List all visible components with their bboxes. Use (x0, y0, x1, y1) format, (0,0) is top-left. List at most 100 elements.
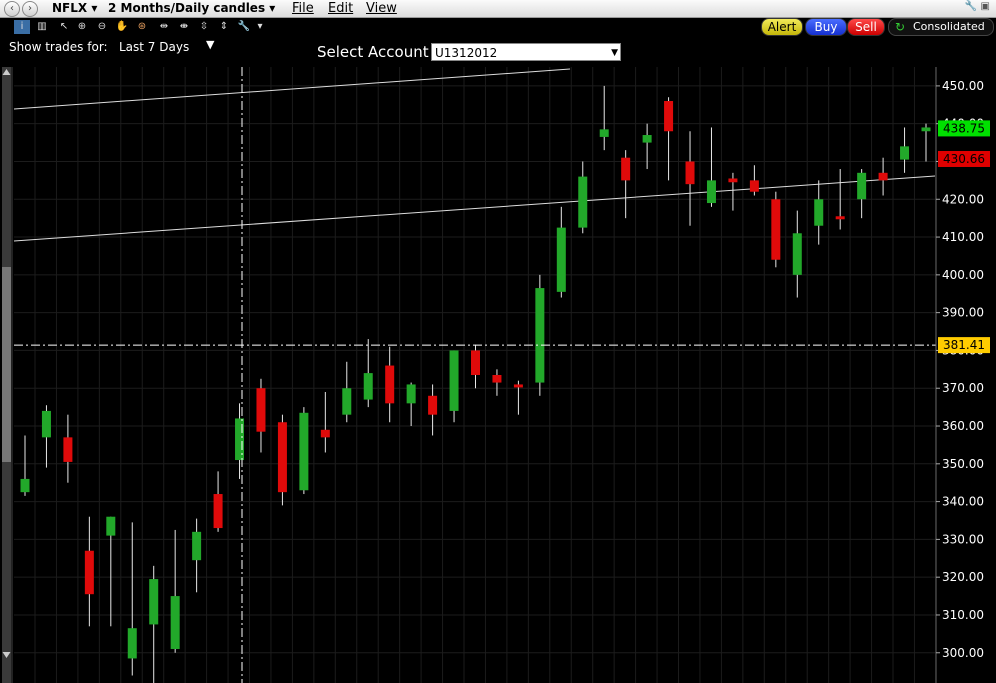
crosshair-price-flag: 381.41 (938, 337, 990, 354)
axis-tick-label: 400.00 (942, 268, 984, 282)
menu-view[interactable]: View (366, 1, 397, 16)
candle-body (642, 135, 652, 143)
candle-body (513, 384, 523, 388)
timeframe-selector[interactable]: 2 Months/Daily candles ▾ (108, 1, 275, 15)
candle-body (170, 596, 180, 649)
candle-body (363, 373, 373, 400)
axis-tick-label: 390.00 (942, 306, 984, 320)
candle-body (578, 176, 588, 228)
candle-body (127, 628, 137, 659)
candle-body (106, 516, 116, 536)
axis-tick-label: 330.00 (942, 532, 984, 546)
consolidated-label: Consolidated (913, 20, 985, 33)
zoom-out-icon[interactable]: ⊖ (94, 20, 110, 34)
show-trades-label: Show trades for: (9, 40, 108, 54)
candle-body (664, 101, 674, 132)
candle-body (192, 531, 202, 561)
axis-tick-label: 450.00 (942, 79, 984, 93)
candle-body (878, 172, 888, 181)
prev-price-flag: 430.66 (938, 150, 990, 167)
candle-body (835, 216, 845, 220)
candle-body (921, 127, 931, 132)
chart-toolbar: i ▥ ↖ ⊕ ⊖ ✋ ⊛ ⇹ ⇼ ⇳ ⇕ 🔧 ▾ Show trades fo… (0, 18, 996, 66)
axis-tick-label: 360.00 (942, 419, 984, 433)
hand-icon[interactable]: ✋ (114, 20, 130, 34)
title-bar: ‹ › NFLX ▾ 2 Months/Daily candles ▾ File… (0, 0, 996, 18)
menu-file[interactable]: File (292, 1, 314, 16)
candle-body (320, 429, 330, 438)
account-value: U1312012 (435, 46, 498, 60)
candle-body (213, 494, 223, 529)
bar-chart-icon[interactable]: ▥ (34, 20, 50, 34)
candle-body (814, 199, 824, 226)
axis-tick-label: 370.00 (942, 381, 984, 395)
candle-body (728, 178, 738, 183)
candle-body (342, 388, 352, 415)
expand-vertical-icon[interactable]: ⇳ (196, 20, 212, 34)
price-chart[interactable]: 300.00 310.00 320.00 330.00 340.00 350.00 360.… (0, 67, 996, 683)
axis-tick-label: 300.00 (942, 646, 984, 660)
sell-button[interactable]: Sell (847, 18, 885, 36)
axis-tick-label: 410.00 (942, 230, 984, 244)
chevron-down-icon[interactable]: ▼ (206, 38, 214, 51)
candle-body (621, 157, 631, 181)
alert-button[interactable]: Alert (761, 18, 803, 36)
candle-body (685, 161, 695, 185)
expand-horizontal-icon[interactable]: ⇹ (156, 20, 172, 34)
refresh-icon: ↻ (895, 20, 906, 34)
candle-body (277, 422, 287, 493)
axis-tick-label: 340.00 (942, 495, 984, 509)
last-price-flag: 438.75 (938, 120, 990, 137)
candle-body (706, 180, 716, 204)
symbol-selector[interactable]: NFLX ▾ (52, 1, 97, 15)
chevron-down-icon[interactable]: ▾ (252, 20, 268, 34)
candle-body (235, 418, 245, 461)
candle-body (385, 365, 395, 404)
candle-body (84, 550, 94, 595)
candle-body (471, 350, 480, 375)
axis-tick-label: 320.00 (942, 570, 984, 584)
candle-body (492, 375, 502, 383)
axis-tick-label: 350.00 (942, 457, 984, 471)
candle-body (535, 288, 545, 383)
trade-period-dropdown[interactable]: Last 7 Days (119, 40, 189, 54)
compress-vertical-icon[interactable]: ⇕ (216, 20, 232, 34)
info-icon[interactable]: i (14, 20, 30, 34)
candle-body (749, 180, 759, 192)
buy-button[interactable]: Buy (805, 18, 847, 36)
candle-body (857, 172, 867, 200)
select-account-label: Select Account (317, 43, 429, 61)
prev-price-text: 430.66 (943, 152, 985, 166)
candle-body (449, 350, 459, 411)
candle-body (556, 227, 566, 292)
account-select[interactable]: U1312012 ▼ (431, 43, 621, 61)
candle-body (41, 410, 51, 438)
back-icon[interactable]: ‹ (4, 1, 20, 17)
candle-body (428, 395, 438, 415)
candle-body (406, 384, 416, 404)
candle-body (299, 412, 309, 491)
menu-edit[interactable]: Edit (328, 1, 353, 16)
axis-tick-label: 310.00 (942, 608, 984, 622)
candle-body (792, 233, 802, 275)
candle-body (900, 146, 910, 160)
crosshair-icon[interactable]: ⊛ (134, 20, 150, 34)
candle-body (771, 199, 781, 260)
last-price-text: 438.75 (943, 121, 985, 135)
wrench-icon[interactable]: 🔧 (236, 20, 252, 34)
compress-horizontal-icon[interactable]: ⇼ (176, 20, 192, 34)
forward-icon[interactable]: › (22, 1, 38, 17)
candle-body (149, 579, 159, 625)
crosshair-price-text: 381.41 (943, 338, 985, 352)
axis-tick-label: 420.00 (942, 192, 984, 206)
candle-body (20, 478, 30, 493)
zoom-in-icon[interactable]: ⊕ (74, 20, 90, 34)
scrollbar-thumb[interactable] (2, 267, 11, 462)
candle-body (256, 388, 266, 432)
window-controls-icon[interactable]: 🔧 ▣ (965, 1, 990, 12)
candle-body (599, 129, 609, 137)
pointer-icon[interactable]: ↖ (56, 20, 72, 34)
candle-body (63, 437, 73, 462)
consolidated-button[interactable]: ↻ Consolidated (888, 18, 994, 36)
chevron-down-icon: ▼ (611, 48, 618, 58)
